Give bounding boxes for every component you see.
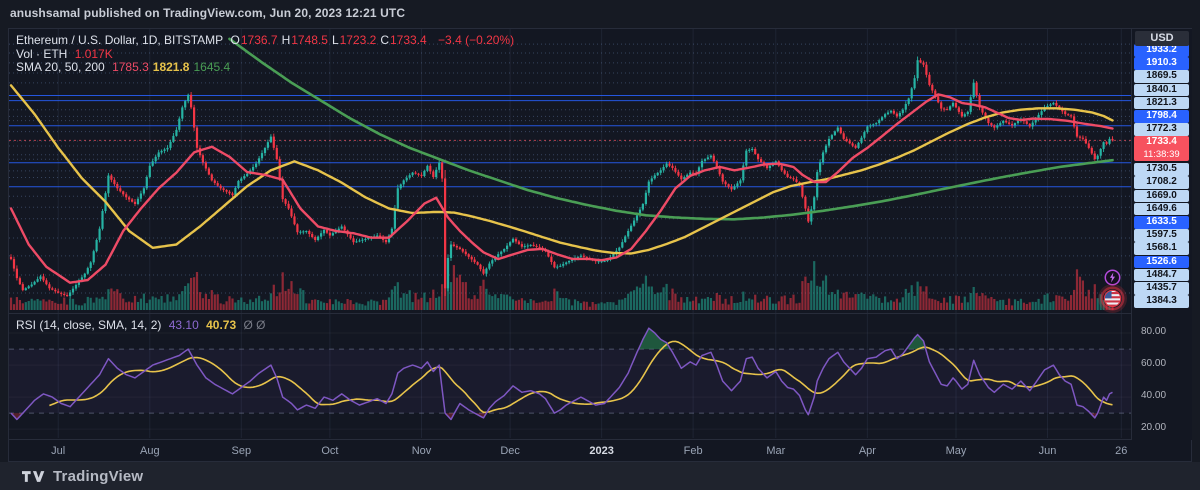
volume-bars: [9, 237, 1114, 310]
us-flag-icon[interactable]: [1103, 289, 1122, 308]
price-pane[interactable]: [9, 29, 1131, 313]
bar-countdown-timer: 11:38:39: [1143, 148, 1180, 160]
price-level-label: 1526.6: [1134, 255, 1189, 269]
time-axis-tick: Nov: [411, 445, 432, 457]
footer-bar: TradingView: [0, 462, 1200, 490]
attribution-text: anushsamal published on TradingView.com,…: [10, 6, 406, 20]
current-price-label: 1733.4 11:38:39: [1134, 136, 1189, 162]
time-axis-tick: Oct: [321, 445, 339, 457]
price-level-label: 1869.5: [1134, 70, 1189, 83]
rsi-pane[interactable]: [9, 313, 1131, 438]
time-axis-tick: Aug: [140, 445, 160, 457]
rsi-axis-tick: 60.00: [1141, 358, 1167, 370]
tradingview-logo-text: TradingView: [53, 468, 144, 485]
time-axis-tick: Sep: [231, 445, 252, 457]
price-level-label: 1484.7: [1134, 268, 1189, 282]
lightning-icon[interactable]: [1104, 269, 1121, 286]
price-level-label: 1772.3: [1134, 123, 1189, 136]
time-axis-tick: May: [945, 445, 967, 457]
price-level-label: 1840.1: [1134, 83, 1189, 97]
tradingview-logo[interactable]: TradingView: [22, 468, 143, 485]
time-axis[interactable]: Jul Aug Sep Oct Nov Dec 2023 Feb Mar Apr May Jun 26: [9, 439, 1131, 462]
time-axis-tick: Feb: [683, 445, 703, 457]
rsi-axis-tick: 80.00: [1141, 326, 1167, 337]
tradingview-logo-icon: [22, 471, 45, 482]
price-level-label: 1730.5: [1134, 163, 1189, 176]
time-axis-tick: Jul: [51, 445, 66, 457]
price-level-label: 1435.7: [1134, 282, 1189, 295]
rsi-axis-tick: 20.00: [1141, 422, 1167, 434]
rsi-axis-tick: 40.00: [1141, 390, 1167, 402]
price-level-label: 1669.0: [1134, 189, 1189, 203]
sma200-line: [228, 37, 1114, 221]
price-level-label: 1597.5: [1134, 229, 1189, 242]
price-level-label: 1910.3: [1134, 57, 1189, 70]
level-lines: [9, 43, 1131, 294]
currency-unit-button[interactable]: USD: [1135, 31, 1189, 46]
price-level-label: 1568.1: [1134, 242, 1189, 255]
time-axis-tick: 2023: [589, 445, 614, 457]
time-axis-tick: Mar: [766, 445, 786, 457]
time-axis-tick: Jun: [1038, 445, 1057, 457]
time-axis-tick: 26: [1115, 445, 1128, 457]
price-level-label: 1649.6: [1134, 202, 1189, 216]
price-level-label: 1821.3: [1134, 96, 1189, 110]
price-level-label: 1798.4: [1134, 110, 1189, 123]
price-axis[interactable]: USD 1933.2 1910.3 1869.5 1840.1 1821.3 1798.4…: [1131, 29, 1192, 440]
price-level-label: 1708.2: [1134, 176, 1189, 189]
chart-widget: Ethereum / U.S. Dollar, 1D, BITSTAMP O17…: [8, 28, 1192, 462]
sma50-line: [9, 84, 1114, 255]
time-axis-tick: Dec: [500, 445, 520, 457]
price-level-label: 1384.3: [1134, 295, 1189, 308]
price-level-label: 1633.5: [1134, 216, 1189, 229]
time-axis-tick: Apr: [858, 445, 876, 457]
